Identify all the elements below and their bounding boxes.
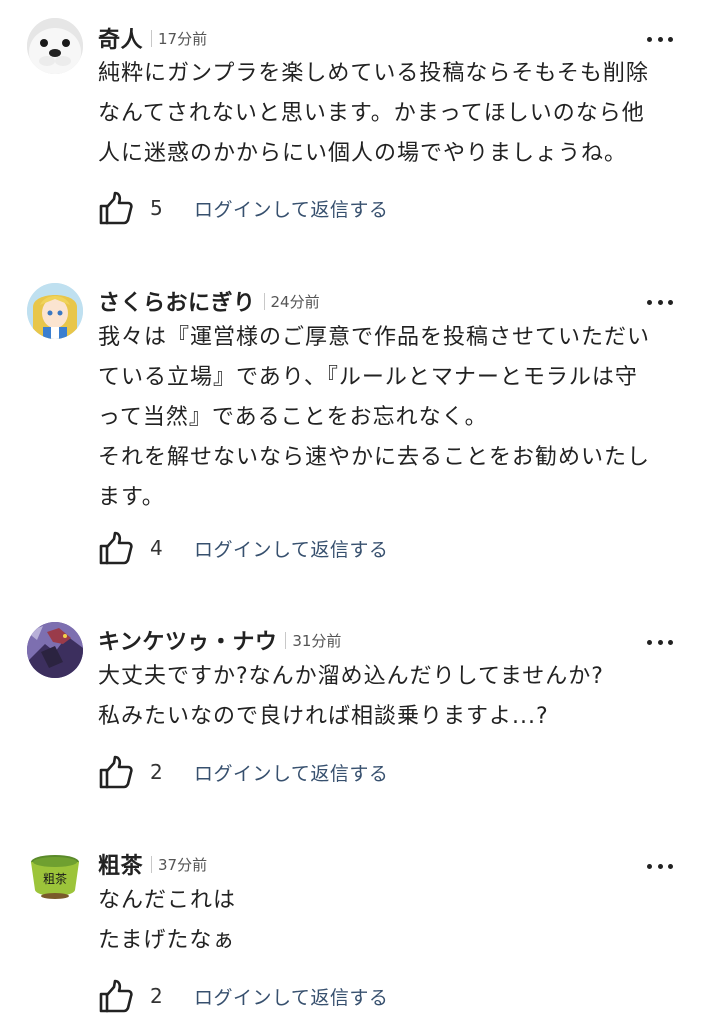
seal-face-icon [27, 18, 83, 74]
comment-body: 大丈夫ですか?なんか溜め込んだりしてませんか? 私みたいなので良ければ相談乗りま… [98, 657, 683, 737]
thumbs-up-icon [99, 979, 133, 1013]
reply-link[interactable]: ログインして返信する [194, 983, 388, 1010]
comment-actions: 5 ログインして返信する [98, 188, 388, 228]
like-button[interactable]: 2 [98, 754, 170, 790]
thumbs-up-icon [99, 531, 133, 565]
avatar[interactable]: 粗茶 [27, 846, 83, 902]
like-button[interactable]: 5 [98, 190, 170, 226]
comment-actions: 2 ログインして返信する [98, 976, 388, 1016]
reply-link[interactable]: ログインして返信する [194, 759, 388, 786]
more-dots-icon[interactable] [647, 292, 673, 312]
avatar[interactable] [27, 283, 83, 339]
comment-body: なんだこれは たまげたなぁ [98, 881, 683, 961]
comment-text-line: 私みたいなので良ければ相談乗りますよ...? [98, 704, 549, 729]
tea-cup-icon: 粗茶 [31, 855, 79, 899]
comment-text-line: 純粋にガンプラを楽しめている投稿ならそもそも削除 [98, 61, 649, 86]
divider [151, 855, 153, 873]
like-count: 2 [150, 760, 163, 784]
comment-text-line: ている立場』であり、『ルールとマナーとモラルは守 [98, 365, 638, 390]
thumbs-up-icon [99, 755, 133, 789]
avatar[interactable] [27, 18, 83, 74]
comment-header: 粗茶 37分前 [98, 849, 207, 879]
comment-text-line: って当然』であることをお忘れなく。 [98, 405, 488, 430]
like-button[interactable]: 4 [98, 530, 170, 566]
comment-header: 奇人 17分前 [98, 23, 207, 53]
like-button[interactable]: 2 [98, 978, 170, 1014]
comment-text-line: なんてされないと思います。かまってほしいのなら他 [98, 101, 645, 126]
comment-actions: 2 ログインして返信する [98, 752, 388, 792]
comment-header: さくらおにぎり 24分前 [98, 286, 320, 316]
like-count: 4 [150, 536, 163, 560]
comment-text-line: ます。 [98, 485, 165, 510]
anime-girl-icon [27, 283, 83, 339]
thumbs-up-icon [99, 191, 133, 225]
divider [263, 292, 265, 310]
comment-text-line: なんだこれは [98, 888, 237, 913]
timestamp: 31分前 [292, 631, 342, 650]
more-dots-icon[interactable] [647, 632, 673, 652]
reply-link[interactable]: ログインして返信する [194, 195, 388, 222]
username[interactable]: キンケツゥ・ナウ [98, 624, 277, 656]
avatar[interactable] [27, 622, 83, 678]
comment-text-line: たまげたなぁ [98, 928, 236, 953]
divider [151, 29, 153, 47]
more-dots-icon[interactable] [647, 856, 673, 876]
divider [285, 631, 287, 649]
comment-actions: 4 ログインして返信する [98, 528, 388, 568]
comment-text-line: それを解せないなら速やかに去ることをお勧めいたし [98, 445, 651, 470]
comment-body: 我々は『運営様のご厚意で作品を投稿させていただい ている立場』であり、『ルールと… [98, 318, 683, 518]
reply-link[interactable]: ログインして返信する [194, 535, 388, 562]
comment-text-line: 人に迷惑のかからにい個人の場でやりましょうね。 [98, 141, 628, 166]
dragon-icon [27, 622, 83, 678]
timestamp: 37分前 [158, 855, 208, 874]
comment-text-line: 大丈夫ですか?なんか溜め込んだりしてませんか? [98, 664, 604, 689]
comment-body: 純粋にガンプラを楽しめている投稿ならそもそも削除 なんてされないと思います。かま… [98, 54, 683, 174]
comment-text-line: 我々は『運営様のご厚意で作品を投稿させていただい [98, 325, 651, 350]
comment-header: キンケツゥ・ナウ 31分前 [98, 625, 341, 655]
username[interactable]: 粗茶 [98, 848, 143, 880]
more-dots-icon[interactable] [647, 29, 673, 49]
like-count: 5 [150, 196, 163, 220]
timestamp: 17分前 [158, 29, 208, 48]
avatar-label: 粗茶 [43, 871, 67, 886]
like-count: 2 [150, 984, 163, 1008]
username[interactable]: さくらおにぎり [98, 285, 256, 317]
timestamp: 24分前 [270, 292, 320, 311]
username[interactable]: 奇人 [98, 22, 143, 54]
